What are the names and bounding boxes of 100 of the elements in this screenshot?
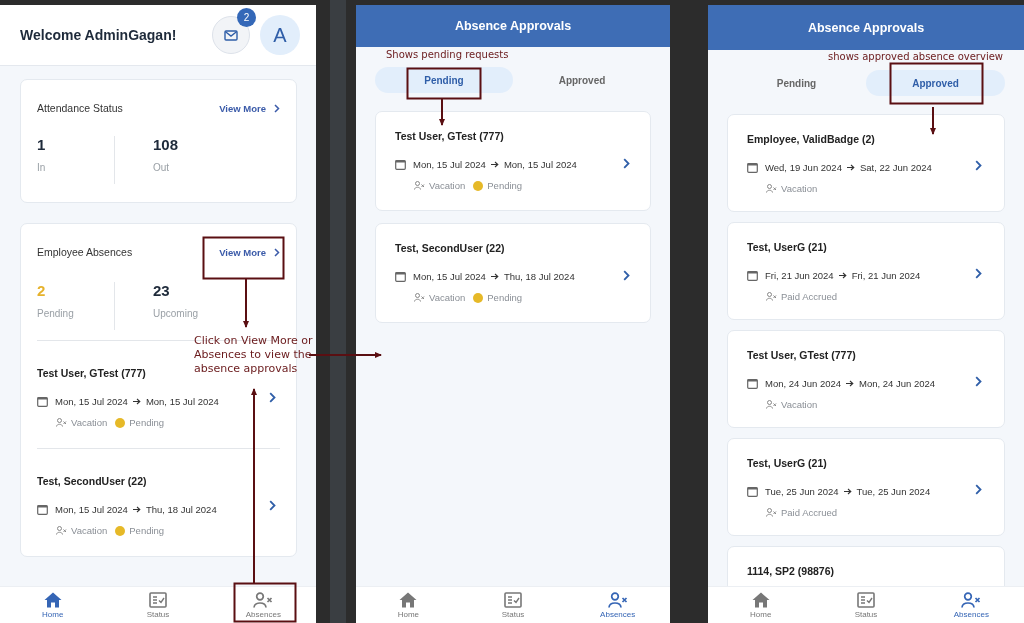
annotation-note: Click on View More or Absences to view the absence approvals [194,334,314,376]
absence-type: Vacation [429,292,466,303]
calendar-icon [37,504,48,515]
filter-tab[interactable]: Pending [727,70,866,96]
highlight-frame [233,582,297,623]
absence-card[interactable]: Test, SecondUser (22) Mon, 15 Jul 2024 Thu, 18 Jul 2024 Vacation Pending [375,223,651,323]
chevron-icon [274,247,280,257]
chevron-icon [269,500,276,511]
arrow-icon [838,272,847,279]
person-x-icon [56,418,67,427]
calendar-icon [395,159,406,170]
chevron-icon [975,483,982,495]
nav-tab[interactable]: Home [708,587,814,623]
status-label: Pending [129,525,165,536]
home-icon [43,591,62,608]
arrow-icon [846,380,855,387]
chevron-icon [975,375,982,387]
annotation-note: Shows pending requests [386,48,509,61]
employee-name: Test User, GTest (777) [37,367,146,379]
stat-label: Upcoming [153,308,200,319]
nav-tab[interactable]: Absences [918,587,1024,623]
person-x-icon [607,591,628,608]
card-title: Employee Absences [37,246,133,258]
stat-label: Out [153,162,171,173]
chevron-icon [623,157,630,169]
absence-card[interactable]: 1114, SP2 (98876) [727,546,1005,586]
arrow-icon [843,488,852,495]
person-x-icon [766,292,777,301]
view-more-link[interactable]: View More [219,102,280,114]
start-date: Mon, 15 Jul 2024 [55,396,128,407]
end-date: Tue, 25 Jun 2024 [856,486,931,497]
start-date: Mon, 15 Jul 2024 [413,271,486,282]
nav-tab[interactable]: Home [356,587,461,623]
calendar-icon [37,396,48,407]
arrow-icon [490,273,499,280]
nav-tab[interactable]: Status [105,587,211,623]
absence-type: Vacation [71,417,108,428]
absence-type: Paid Accrued [781,507,837,518]
employee-name: Employee, ValidBadge (2) [747,133,875,145]
start-date: Mon, 15 Jul 2024 [55,504,128,515]
arrow-icon [490,161,499,168]
view-more-link[interactable]: View More [219,246,280,258]
filter-tab[interactable]: Approved [513,67,651,93]
nav-tab[interactable]: Status [813,587,919,623]
stat-value: 1 [37,136,47,153]
filter-tab[interactable]: Approved [866,70,1005,96]
nav-tab[interactable]: Status [460,587,566,623]
filter-tab[interactable]: Pending [375,67,513,93]
notification-badge: 2 [237,8,256,27]
annotation-arrow [439,98,445,126]
end-date: Mon, 15 Jul 2024 [145,396,219,407]
person-x-icon [414,293,425,302]
calendar-icon [395,271,406,282]
person-x-icon [56,526,67,535]
stat-value: 108 [153,136,180,153]
start-date: Mon, 24 Jun 2024 [765,378,842,389]
end-date: Thu, 18 Jul 2024 [145,504,217,515]
checklist-icon [504,591,522,608]
annotation-arrow [930,106,936,135]
annotation-arrow [243,278,249,328]
absence-type: Paid Accrued [781,291,837,302]
person-x-icon [766,508,777,517]
chevron-icon [623,269,630,281]
end-date: Mon, 24 Jun 2024 [859,378,936,389]
absence-card[interactable]: Test User, GTest (777) Mon, 15 Jul 2024 Mon, 15 Jul 2024 Vacation Pending [375,111,651,211]
chevron-icon [975,267,982,279]
absence-type: Vacation [781,183,818,194]
stat-value: 2 [37,282,47,299]
stat-label: In [37,162,47,173]
checklist-icon [857,591,875,608]
arrow-icon [132,398,141,405]
person-x-icon [961,591,982,608]
end-date: Sat, 22 Jun 2024 [859,162,932,173]
mail-icon [224,29,238,41]
absence-type: Vacation [429,180,466,191]
annotation-note: shows approved absence overview [828,50,1003,63]
arrow-icon [846,164,855,171]
employee-name: Test, SecondUser (22) [37,475,147,487]
employee-name: 1114, SP2 (98876) [747,565,834,577]
absence-card[interactable]: Employee, ValidBadge (2) Wed, 19 Jun 2024 Sat, 22 Jun 2024 Vacation [727,114,1005,212]
stat-label: Pending [37,308,75,319]
absence-card[interactable]: Test, UserG (21) Tue, 25 Jun 2024 Tue, 25 Jun 2024 Paid Accrued [727,438,1005,536]
person-x-icon [766,400,777,409]
nav-tab[interactable]: Absences [565,587,670,623]
absence-card[interactable]: Test User, GTest (777) Mon, 24 Jun 2024 Mon, 24 Jun 2024 Vacation [727,330,1005,428]
calendar-icon [747,270,758,281]
status-label: Pending [487,292,523,303]
avatar-button[interactable]: A [260,15,300,55]
employee-name: Test User, GTest (777) [395,130,504,142]
start-date: Mon, 15 Jul 2024 [413,159,486,170]
employee-name: Test User, GTest (777) [747,349,856,361]
nav-tab[interactable]: Home [0,587,106,623]
status-label: Pending [487,180,523,191]
welcome-title: Welcome AdminGagan! [20,27,177,43]
status-label: Pending [129,417,165,428]
employee-name: Test, SecondUser (22) [395,242,505,254]
nav-tab[interactable]: Absences [210,587,316,623]
absence-card[interactable]: Test, UserG (21) Fri, 21 Jun 2024 Fri, 21 Jun 2024 Paid Accrued [727,222,1005,320]
calendar-icon [747,486,758,497]
end-date: Mon, 15 Jul 2024 [503,159,577,170]
